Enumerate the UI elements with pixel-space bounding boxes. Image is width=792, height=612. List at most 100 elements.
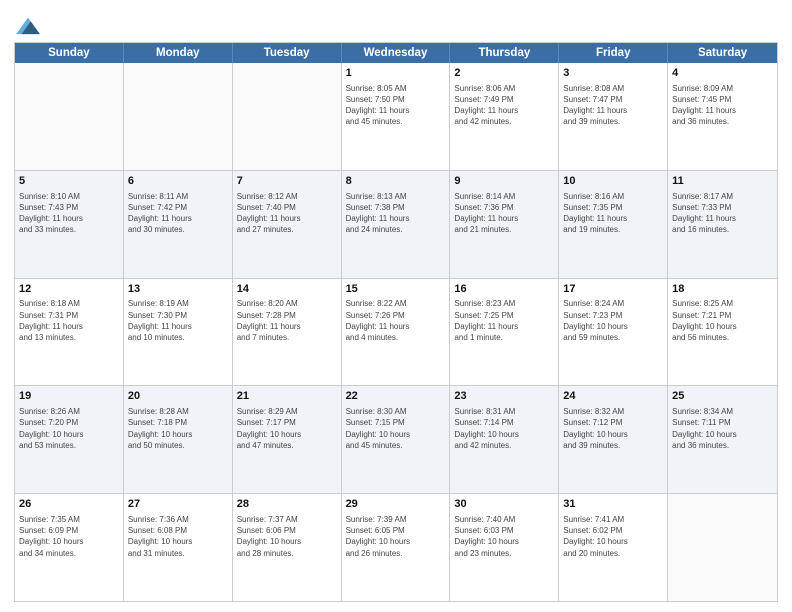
- day-info: Sunrise: 7:36 AM Sunset: 6:08 PM Dayligh…: [128, 514, 228, 559]
- weekday-header-sunday: Sunday: [15, 43, 124, 63]
- day-number: 10: [563, 174, 663, 189]
- day-number: 30: [454, 497, 554, 512]
- calendar-body: 1 Sunrise: 8:05 AM Sunset: 7:50 PM Daylig…: [15, 63, 777, 601]
- calendar-day-30: 30 Sunrise: 7:40 AM Sunset: 6:03 PM Dayli…: [450, 494, 559, 601]
- day-info: Sunrise: 8:20 AM Sunset: 7:28 PM Dayligh…: [237, 298, 337, 343]
- calendar-week-4: 19Sunrise: 8:26 AM Sunset: 7:20 PM Dayli…: [15, 385, 777, 493]
- calendar-day-20: 20 Sunrise: 8:28 AM Sunset: 7:18 PM Dayli…: [124, 386, 233, 493]
- day-info: Sunrise: 8:19 AM Sunset: 7:30 PM Dayligh…: [128, 298, 228, 343]
- day-info: Sunrise: 8:24 AM Sunset: 7:23 PM Dayligh…: [563, 298, 663, 343]
- day-info: Sunrise: 8:25 AM Sunset: 7:21 PM Dayligh…: [672, 298, 773, 343]
- day-number: 5: [19, 174, 119, 189]
- calendar-day-2: 2 Sunrise: 8:06 AM Sunset: 7:49 PM Daylig…: [450, 63, 559, 170]
- weekday-header-saturday: Saturday: [668, 43, 777, 63]
- day-info: Sunrise: 8:30 AM Sunset: 7:15 PM Dayligh…: [346, 406, 446, 451]
- calendar-day-14: 14Sunrise: 8:20 AM Sunset: 7:28 PM Dayli…: [233, 279, 342, 386]
- calendar-day-31: 31 Sunrise: 7:41 AM Sunset: 6:02 PM Dayli…: [559, 494, 668, 601]
- day-number: 27: [128, 497, 228, 512]
- day-info: Sunrise: 8:17 AM Sunset: 7:33 PM Dayligh…: [672, 191, 773, 236]
- day-info: Sunrise: 8:22 AM Sunset: 7:26 PM Dayligh…: [346, 298, 446, 343]
- day-number: 15: [346, 282, 446, 297]
- calendar-week-5: 26Sunrise: 7:35 AM Sunset: 6:09 PM Dayli…: [15, 493, 777, 601]
- day-info: Sunrise: 8:32 AM Sunset: 7:12 PM Dayligh…: [563, 406, 663, 451]
- calendar-day-empty-0-1: [124, 63, 233, 170]
- calendar-day-12: 12Sunrise: 8:18 AM Sunset: 7:31 PM Dayli…: [15, 279, 124, 386]
- calendar-day-28: 28 Sunrise: 7:37 AM Sunset: 6:06 PM Dayli…: [233, 494, 342, 601]
- calendar-day-25: 25Sunrise: 8:34 AM Sunset: 7:11 PM Dayli…: [668, 386, 777, 493]
- day-number: 9: [454, 174, 554, 189]
- calendar-day-8: 8 Sunrise: 8:13 AM Sunset: 7:38 PM Daylig…: [342, 171, 451, 278]
- page: SundayMondayTuesdayWednesdayThursdayFrid…: [0, 0, 792, 612]
- day-info: Sunrise: 8:06 AM Sunset: 7:49 PM Dayligh…: [454, 83, 554, 128]
- day-info: Sunrise: 8:14 AM Sunset: 7:36 PM Dayligh…: [454, 191, 554, 236]
- day-number: 7: [237, 174, 337, 189]
- calendar-day-10: 10Sunrise: 8:16 AM Sunset: 7:35 PM Dayli…: [559, 171, 668, 278]
- day-number: 20: [128, 389, 228, 404]
- day-number: 6: [128, 174, 228, 189]
- day-number: 31: [563, 497, 663, 512]
- logo: [14, 14, 46, 36]
- day-number: 2: [454, 66, 554, 81]
- calendar-day-18: 18Sunrise: 8:25 AM Sunset: 7:21 PM Dayli…: [668, 279, 777, 386]
- calendar-day-5: 5 Sunrise: 8:10 AM Sunset: 7:43 PM Daylig…: [15, 171, 124, 278]
- day-number: 17: [563, 282, 663, 297]
- calendar-day-21: 21Sunrise: 8:29 AM Sunset: 7:17 PM Dayli…: [233, 386, 342, 493]
- calendar-day-9: 9 Sunrise: 8:14 AM Sunset: 7:36 PM Daylig…: [450, 171, 559, 278]
- calendar-day-1: 1 Sunrise: 8:05 AM Sunset: 7:50 PM Daylig…: [342, 63, 451, 170]
- day-number: 18: [672, 282, 773, 297]
- logo-icon: [14, 14, 42, 36]
- weekday-header-monday: Monday: [124, 43, 233, 63]
- calendar-week-2: 5 Sunrise: 8:10 AM Sunset: 7:43 PM Daylig…: [15, 170, 777, 278]
- calendar-day-22: 22 Sunrise: 8:30 AM Sunset: 7:15 PM Dayli…: [342, 386, 451, 493]
- calendar-day-3: 3Sunrise: 8:08 AM Sunset: 7:47 PM Daylig…: [559, 63, 668, 170]
- day-info: Sunrise: 8:13 AM Sunset: 7:38 PM Dayligh…: [346, 191, 446, 236]
- day-info: Sunrise: 8:05 AM Sunset: 7:50 PM Dayligh…: [346, 83, 446, 128]
- day-info: Sunrise: 7:40 AM Sunset: 6:03 PM Dayligh…: [454, 514, 554, 559]
- day-number: 8: [346, 174, 446, 189]
- day-info: Sunrise: 8:28 AM Sunset: 7:18 PM Dayligh…: [128, 406, 228, 451]
- day-info: Sunrise: 8:23 AM Sunset: 7:25 PM Dayligh…: [454, 298, 554, 343]
- day-info: Sunrise: 8:29 AM Sunset: 7:17 PM Dayligh…: [237, 406, 337, 451]
- calendar-day-15: 15Sunrise: 8:22 AM Sunset: 7:26 PM Dayli…: [342, 279, 451, 386]
- day-info: Sunrise: 8:11 AM Sunset: 7:42 PM Dayligh…: [128, 191, 228, 236]
- calendar-day-7: 7Sunrise: 8:12 AM Sunset: 7:40 PM Daylig…: [233, 171, 342, 278]
- calendar-day-26: 26Sunrise: 7:35 AM Sunset: 6:09 PM Dayli…: [15, 494, 124, 601]
- calendar-day-empty-0-0: [15, 63, 124, 170]
- weekday-header-friday: Friday: [559, 43, 668, 63]
- weekday-header-tuesday: Tuesday: [233, 43, 342, 63]
- day-number: 16: [454, 282, 554, 297]
- calendar: SundayMondayTuesdayWednesdayThursdayFrid…: [14, 42, 778, 602]
- calendar-day-empty-0-2: [233, 63, 342, 170]
- day-number: 1: [346, 66, 446, 81]
- day-number: 29: [346, 497, 446, 512]
- day-number: 3: [563, 66, 663, 81]
- day-number: 28: [237, 497, 337, 512]
- calendar-day-4: 4 Sunrise: 8:09 AM Sunset: 7:45 PM Daylig…: [668, 63, 777, 170]
- calendar-day-empty-4-6: [668, 494, 777, 601]
- calendar-day-29: 29 Sunrise: 7:39 AM Sunset: 6:05 PM Dayli…: [342, 494, 451, 601]
- day-number: 24: [563, 389, 663, 404]
- calendar-week-3: 12Sunrise: 8:18 AM Sunset: 7:31 PM Dayli…: [15, 278, 777, 386]
- calendar-day-27: 27 Sunrise: 7:36 AM Sunset: 6:08 PM Dayli…: [124, 494, 233, 601]
- calendar-day-23: 23Sunrise: 8:31 AM Sunset: 7:14 PM Dayli…: [450, 386, 559, 493]
- day-info: Sunrise: 7:39 AM Sunset: 6:05 PM Dayligh…: [346, 514, 446, 559]
- day-number: 11: [672, 174, 773, 189]
- day-number: 13: [128, 282, 228, 297]
- calendar-day-11: 11 Sunrise: 8:17 AM Sunset: 7:33 PM Dayli…: [668, 171, 777, 278]
- day-info: Sunrise: 7:41 AM Sunset: 6:02 PM Dayligh…: [563, 514, 663, 559]
- day-info: Sunrise: 8:31 AM Sunset: 7:14 PM Dayligh…: [454, 406, 554, 451]
- day-info: Sunrise: 7:35 AM Sunset: 6:09 PM Dayligh…: [19, 514, 119, 559]
- day-number: 22: [346, 389, 446, 404]
- header: [14, 10, 778, 36]
- day-number: 4: [672, 66, 773, 81]
- day-number: 14: [237, 282, 337, 297]
- day-info: Sunrise: 8:09 AM Sunset: 7:45 PM Dayligh…: [672, 83, 773, 128]
- calendar-day-13: 13Sunrise: 8:19 AM Sunset: 7:30 PM Dayli…: [124, 279, 233, 386]
- day-info: Sunrise: 7:37 AM Sunset: 6:06 PM Dayligh…: [237, 514, 337, 559]
- day-number: 25: [672, 389, 773, 404]
- day-info: Sunrise: 8:26 AM Sunset: 7:20 PM Dayligh…: [19, 406, 119, 451]
- day-info: Sunrise: 8:10 AM Sunset: 7:43 PM Dayligh…: [19, 191, 119, 236]
- calendar-header: SundayMondayTuesdayWednesdayThursdayFrid…: [15, 43, 777, 63]
- day-info: Sunrise: 8:18 AM Sunset: 7:31 PM Dayligh…: [19, 298, 119, 343]
- weekday-header-wednesday: Wednesday: [342, 43, 451, 63]
